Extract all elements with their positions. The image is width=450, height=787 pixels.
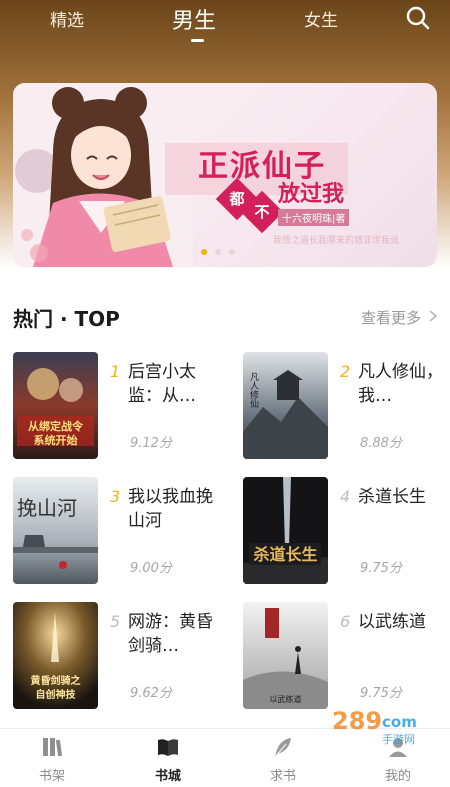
book-score: 8.88分 xyxy=(360,436,402,451)
book-item[interactable]: 凡人修仙 2 凡人修仙，我… 8.88分 xyxy=(243,352,448,462)
rank-number: 1 xyxy=(110,362,121,381)
book-item[interactable]: 以武练道 6 以武练道 9.75分 xyxy=(243,602,448,712)
bookshelf-icon xyxy=(43,738,63,757)
book-cover[interactable]: 杀道长生 xyxy=(243,477,328,584)
feather-icon xyxy=(275,738,291,757)
banner-faint-text: 我悟之道长我哪来的错亚世我说 xyxy=(273,236,400,246)
tab-request-book[interactable]: 求书 xyxy=(247,729,317,787)
tab-bookstore[interactable]: 书城 xyxy=(132,729,202,787)
carousel-dot-active[interactable] xyxy=(201,249,207,255)
active-tab-indicator xyxy=(191,39,204,42)
svg-text:系统开始: 系统开始 xyxy=(34,433,78,447)
chevron-right-icon[interactable] xyxy=(428,309,438,323)
rank-number: 4 xyxy=(340,487,351,506)
book-cover[interactable]: 从绑定战令 系统开始 xyxy=(13,352,98,459)
site-watermark-logo: 289 com 手游网 xyxy=(332,707,417,746)
svg-text:挽山河: 挽山河 xyxy=(17,496,77,520)
rank-number: 2 xyxy=(340,362,351,381)
svg-text:黄昏剑骑之: 黄昏剑骑之 xyxy=(31,674,81,687)
tab-label: 书城 xyxy=(154,769,181,784)
book-open-icon xyxy=(158,739,178,756)
book-title[interactable]: 凡人修仙，我… xyxy=(358,360,446,408)
book-title[interactable]: 以武练道 xyxy=(358,610,446,634)
book-title[interactable]: 后宫小太监：从… xyxy=(128,360,216,408)
book-score: 9.75分 xyxy=(360,686,402,701)
svg-text:手游网: 手游网 xyxy=(382,732,415,746)
tab-label: 求书 xyxy=(269,769,296,784)
book-cover[interactable]: 凡人修仙 xyxy=(243,352,328,459)
book-cover[interactable]: 黄昏剑骑之 自创神技 xyxy=(13,602,98,709)
svg-text:自创神技: 自创神技 xyxy=(36,688,77,701)
book-item[interactable]: 黄昏剑骑之 自创神技 5 网游：黄昏剑骑… 9.62分 xyxy=(13,602,218,712)
book-item[interactable]: 杀道长生 4 杀道长生 9.75分 xyxy=(243,477,448,587)
book-item[interactable]: 挽山河 3 我以我血挽山河 9.00分 xyxy=(13,477,218,587)
book-cover[interactable]: 以武练道 xyxy=(243,602,328,709)
book-cover[interactable]: 挽山河 xyxy=(13,477,98,584)
banner-char-2: 不 xyxy=(254,203,270,221)
carousel-dots xyxy=(201,249,235,255)
svg-text:以武练道: 以武练道 xyxy=(270,694,302,704)
top-nav: 精选 男生 女生 xyxy=(0,0,450,48)
tab-featured[interactable]: 精选 xyxy=(50,6,84,31)
book-item[interactable]: 从绑定战令 系统开始 1 后宫小太监：从… 9.12分 xyxy=(13,352,218,462)
rank-number: 6 xyxy=(340,612,351,631)
search-icon[interactable] xyxy=(404,4,432,32)
book-score: 9.12分 xyxy=(130,436,172,451)
rank-number: 5 xyxy=(110,612,121,631)
banner-author: 十六夜明珠|著 xyxy=(278,209,350,226)
rank-number: 3 xyxy=(110,487,121,506)
tab-label: 我的 xyxy=(384,769,411,784)
carousel-dot[interactable] xyxy=(229,249,235,255)
book-title[interactable]: 杀道长生 xyxy=(358,485,446,509)
section-title: 热门 · TOP xyxy=(13,307,120,331)
book-score: 9.75分 xyxy=(360,561,402,576)
see-more-link[interactable]: 查看更多 xyxy=(361,307,421,328)
book-score: 9.00分 xyxy=(130,561,172,576)
svg-text:com: com xyxy=(382,713,417,731)
promo-banner[interactable]: 正派仙子 都 不 放过我 十六夜明珠|著 我悟之道长我哪来的错亚世我说 xyxy=(13,83,437,267)
tab-label: 书架 xyxy=(38,769,65,784)
svg-text:从绑定战令: 从绑定战令 xyxy=(28,419,84,433)
svg-text:凡人修仙: 凡人修仙 xyxy=(248,372,259,409)
book-score: 9.62分 xyxy=(130,686,172,701)
svg-text:杀道长生: 杀道长生 xyxy=(253,545,317,564)
tab-male[interactable]: 男生 xyxy=(172,3,216,35)
tab-female[interactable]: 女生 xyxy=(304,6,338,31)
banner-subtitle: 放过我 xyxy=(278,181,345,207)
book-title[interactable]: 网游：黄昏剑骑… xyxy=(128,610,216,658)
tab-bookshelf[interactable]: 书架 xyxy=(16,729,86,787)
book-title[interactable]: 我以我血挽山河 xyxy=(128,485,216,533)
carousel-dot[interactable] xyxy=(215,249,221,255)
svg-text:289: 289 xyxy=(332,707,382,735)
